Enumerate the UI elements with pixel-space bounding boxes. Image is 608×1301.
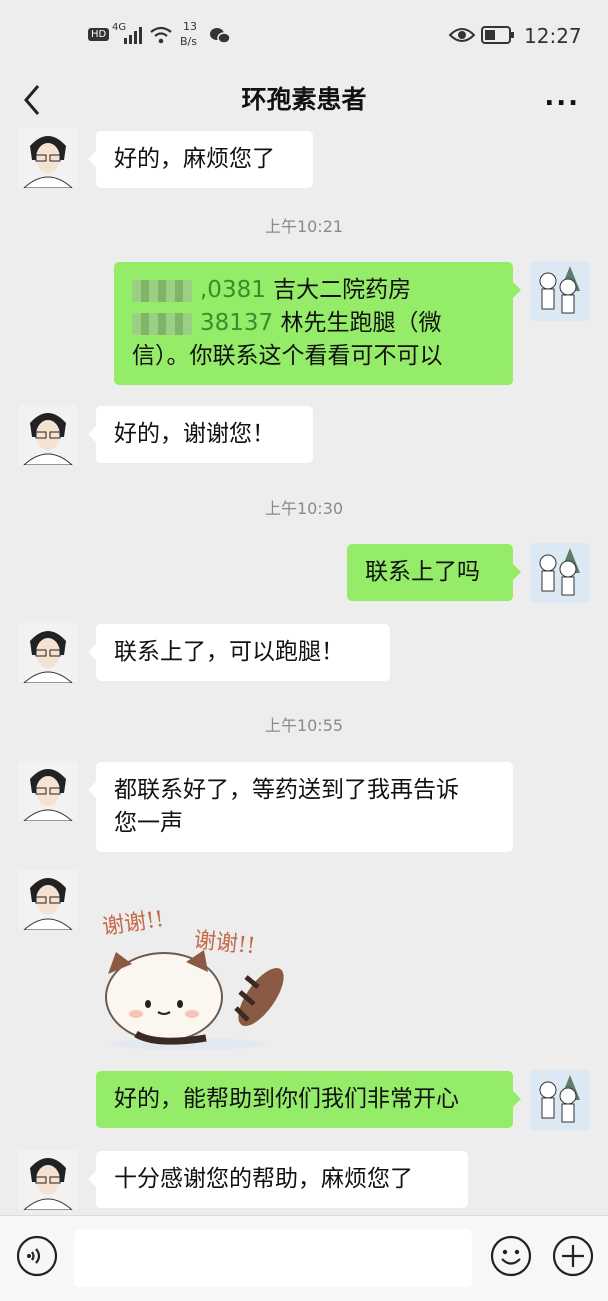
sticker-message[interactable]: 谢谢!! 谢谢!! bbox=[96, 900, 286, 1050]
message-bubble[interactable]: 联系上了吗 bbox=[347, 544, 521, 601]
message-text: 林先生跑腿（微 bbox=[273, 310, 442, 336]
message-text: 十分感谢您的帮助，麻烦您了 bbox=[114, 1166, 413, 1192]
status-bar: HD 4G 13 B/s 12:27 bbox=[0, 0, 608, 70]
hd-badge: HD bbox=[88, 28, 110, 41]
my-avatar[interactable] bbox=[530, 1070, 590, 1130]
phone-number[interactable]: ,0381 bbox=[200, 277, 266, 303]
more-icon[interactable]: ... bbox=[544, 82, 580, 112]
message-text: 吉大二院药房 bbox=[265, 277, 412, 303]
message-bubble[interactable]: ,0381 吉大二院药房 38137 林先生跑腿（微 信）。你联系这个看看可不可… bbox=[114, 262, 521, 385]
avatar[interactable] bbox=[18, 128, 78, 188]
message-text: 都联系好了，等药送到了我再告诉 bbox=[114, 777, 459, 803]
clock: 12:27 bbox=[524, 24, 582, 48]
input-bar bbox=[0, 1215, 608, 1301]
redacted-number bbox=[132, 312, 192, 335]
sticker-text: 谢谢!! bbox=[100, 906, 166, 941]
my-avatar[interactable] bbox=[530, 543, 590, 603]
my-avatar[interactable] bbox=[530, 261, 590, 321]
plus-icon[interactable] bbox=[552, 1235, 594, 1277]
emoji-icon[interactable] bbox=[490, 1235, 532, 1277]
chat-title: 环孢素患者 bbox=[241, 85, 367, 114]
message-bubble[interactable]: 十分感谢您的帮助，麻烦您了 bbox=[88, 1151, 468, 1208]
net-speed-unit: B/s bbox=[180, 35, 197, 48]
avatar[interactable] bbox=[18, 623, 78, 683]
message-input[interactable] bbox=[74, 1229, 472, 1287]
redacted-number bbox=[132, 279, 192, 302]
message-bubble[interactable]: 好的，麻烦您了 bbox=[88, 131, 313, 188]
avatar[interactable] bbox=[18, 405, 78, 465]
chat-header: 环孢素患者 ... bbox=[0, 70, 608, 128]
wechat-icon bbox=[210, 28, 231, 44]
avatar[interactable] bbox=[18, 761, 78, 821]
raccoon-sticker-icon bbox=[105, 950, 284, 1050]
message-text: 您一声 bbox=[114, 810, 183, 836]
message-bubble[interactable]: 联系上了，可以跑腿！ bbox=[88, 624, 390, 681]
net-speed: 13 bbox=[183, 20, 197, 33]
message-bubble[interactable]: 好的，谢谢您！ bbox=[88, 406, 313, 463]
voice-icon[interactable] bbox=[16, 1235, 58, 1277]
timestamp: 上午10:30 bbox=[264, 499, 344, 518]
message-text: 信）。你联系这个看看可不可以 bbox=[132, 343, 443, 369]
message-text: 好的，能帮助到你们我们非常开心 bbox=[114, 1086, 459, 1112]
avatar[interactable] bbox=[18, 1150, 78, 1210]
eye-icon bbox=[449, 28, 475, 42]
message-text: 联系上了，可以跑腿！ bbox=[114, 639, 344, 665]
phone-number[interactable]: 38137 bbox=[200, 310, 273, 336]
message-list[interactable]: 好的，麻烦您了 上午10:21 ,0381 吉大二院药房 38137 林先生跑腿… bbox=[0, 128, 608, 1215]
message-text: 好的，麻烦您了 bbox=[114, 146, 275, 172]
battery-icon bbox=[481, 26, 514, 44]
timestamp: 上午10:21 bbox=[264, 217, 344, 236]
timestamp: 上午10:55 bbox=[264, 716, 344, 735]
signal-icon bbox=[124, 27, 142, 44]
message-bubble[interactable]: 都联系好了，等药送到了我再告诉 您一声 bbox=[88, 762, 513, 852]
message-bubble[interactable]: 好的，能帮助到你们我们非常开心 bbox=[96, 1071, 521, 1128]
avatar[interactable] bbox=[18, 870, 78, 930]
wifi-icon bbox=[150, 26, 172, 44]
message-text: 联系上了吗 bbox=[365, 559, 480, 585]
message-text: 好的，谢谢您！ bbox=[114, 421, 275, 447]
